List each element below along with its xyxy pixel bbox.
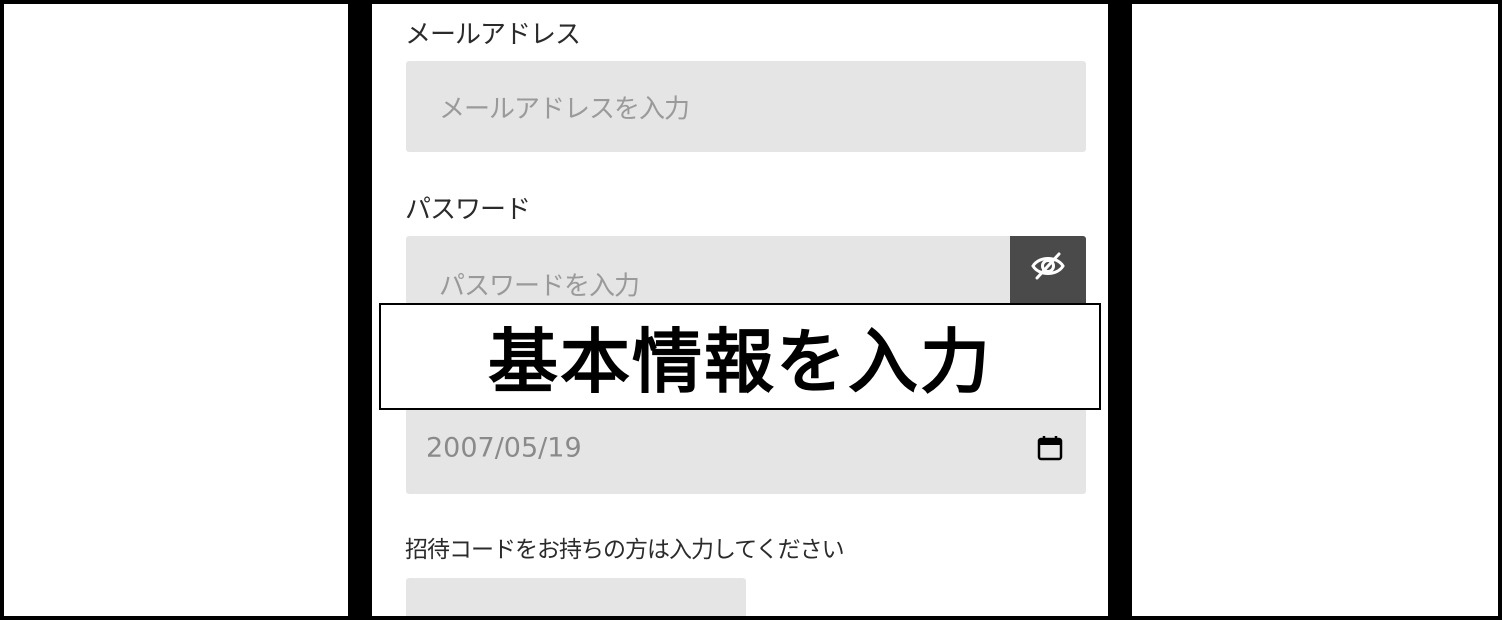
invite-code-field[interactable] — [406, 578, 746, 620]
email-field[interactable]: メールアドレスを入力 — [406, 61, 1086, 152]
email-placeholder: メールアドレスを入力 — [439, 94, 690, 124]
calendar-icon — [1037, 435, 1063, 461]
date-picker-button[interactable] — [1036, 434, 1064, 462]
password-label: パスワード — [405, 195, 531, 225]
banner-title: 基本情報を入力 — [488, 321, 992, 403]
email-label: メールアドレス — [405, 20, 581, 50]
password-placeholder: パスワードを入力 — [439, 271, 640, 302]
birthdate-field[interactable]: 2007/05/19 — [406, 402, 1086, 494]
invite-code-label: 招待コードをお持ちの方は入力してください — [405, 537, 845, 563]
eye-off-icon — [1030, 248, 1066, 284]
birthdate-value: 2007/05/19 — [426, 432, 582, 464]
section-title-banner: 基本情報を入力 — [379, 303, 1101, 410]
